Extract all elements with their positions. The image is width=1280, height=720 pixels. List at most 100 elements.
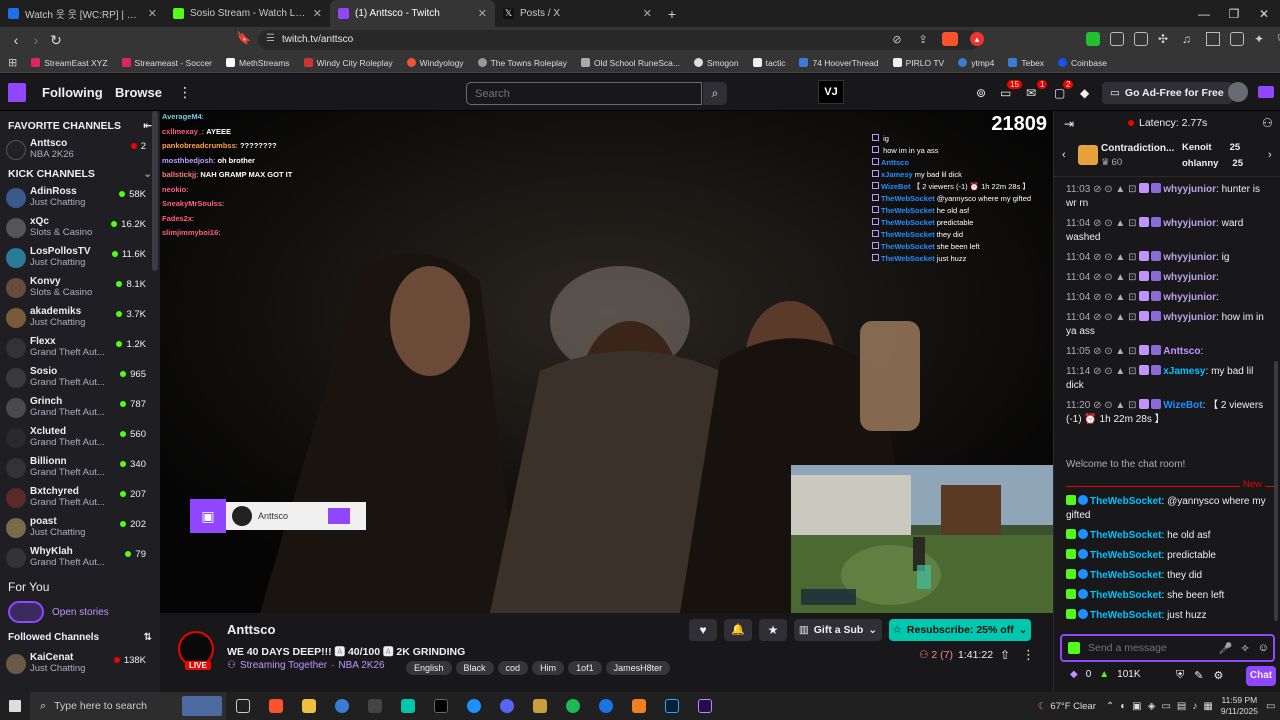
extension-icon[interactable] [1086,32,1100,46]
wallet-icon[interactable] [1230,32,1244,46]
nav-following[interactable]: Following [42,85,103,100]
pencil-icon[interactable]: ✎ [1194,669,1203,682]
browser-tab-2[interactable]: Sosio Stream - Watch Live on Kick ✕ [165,0,330,27]
sidebar-channel-item[interactable]: Xcluted Grand Theft Aut... 560 [0,423,160,453]
notification-bell-button[interactable]: 🔔 [724,619,752,641]
search-icon[interactable]: ⌕ [703,82,727,105]
tag[interactable]: JamesH8ter [605,661,671,675]
photoshop-icon[interactable] [655,692,688,720]
close-tab-icon[interactable]: ✕ [643,7,652,20]
go-ad-free-button[interactable]: ▭ Go Ad-Free for Free [1102,82,1232,104]
sidebar-channel-item[interactable]: LosPollosTV Just Chatting 11.6K [0,243,160,273]
category-link[interactable]: NBA 2K26 [338,660,384,671]
app-icon[interactable] [457,692,490,720]
notification-center-icon[interactable]: ▭ [1266,701,1280,712]
chat-send-button[interactable]: Chat [1246,666,1276,686]
x-taskbar-icon[interactable] [424,692,457,720]
volume-icon[interactable]: ♪ [1192,701,1197,712]
chat-username[interactable]: whyyjunior [1163,252,1216,263]
new-tab-button[interactable]: + [660,6,684,22]
sidebar-channel-item[interactable]: WhyKlah Grand Theft Aut... 79 [0,543,160,573]
chat-username[interactable]: xJamesy [1163,366,1205,377]
search-input[interactable] [466,82,702,105]
browser-tab-1[interactable]: Watch 웃 웃 [WC:RP] | Streamable ✕ [0,0,165,27]
sort-icon[interactable]: ⇅ [144,632,152,643]
brave-taskbar-icon[interactable] [259,692,292,720]
chat-username[interactable]: Anttsco [1163,346,1200,357]
chat-username[interactable]: whyyjunior [1163,272,1216,283]
cast-icon[interactable]: ⊘ [890,32,904,46]
star-button[interactable]: ★ [759,619,787,641]
emote-picker-icon[interactable]: ☺ [1258,642,1269,654]
collapse-icon[interactable]: ⇤ [143,120,152,132]
chat-username[interactable]: whyyjunior [1163,184,1216,195]
bookmark-item[interactable]: PIRLO TV [892,58,944,68]
browser-tab-4[interactable]: 𝕏 Posts / X ✕ [495,0,660,27]
premiere-icon[interactable] [688,692,721,720]
more-icon[interactable]: ⋮ [178,84,192,101]
microphone-icon[interactable]: 🎤 [1219,642,1233,655]
windows-start-icon[interactable] [0,692,30,720]
app-icon[interactable] [622,692,655,720]
sidebar-channel-kaicenat[interactable]: KaiCenat Just Chatting 138K [0,649,160,679]
apps-icon[interactable]: ⊞ [8,56,17,69]
chevron-right-icon[interactable]: › [1268,149,1272,161]
chrome-icon[interactable] [325,692,358,720]
site-info-icon[interactable]: ☰ [266,33,275,44]
chat-input-box[interactable]: 🎤 ✧ ☺ [1060,634,1275,662]
sidebar-channel-item[interactable]: Grinch Grand Theft Aut... 787 [0,393,160,423]
language-icon[interactable]: ▦ [1203,701,1212,712]
sidebar-channel-anttsco[interactable]: Anttsco NBA 2K26 2 [0,135,160,165]
tray-app-icon[interactable]: ▭ [1161,701,1170,712]
bookmark-item[interactable]: Windyology [406,58,464,68]
gear-icon[interactable]: ⚙ [1213,669,1223,682]
chat-username[interactable]: whyyjunior [1163,312,1216,323]
chat-username[interactable]: TheWebSocket [1090,610,1162,621]
chat-username[interactable]: TheWebSocket [1090,550,1162,561]
leo-icon[interactable]: ✦ [1254,32,1268,46]
taskbar-search[interactable]: ⌕ Type here to search [30,692,226,720]
magic-icon[interactable]: ✧ [1241,642,1250,655]
tray-app-icon[interactable]: ◈ [1148,701,1156,712]
bookmark-item[interactable]: Tebex [1008,58,1044,68]
open-stories-row[interactable]: Open stories [0,599,160,625]
app-icon[interactable] [358,692,391,720]
extension-icon[interactable] [1134,32,1148,46]
twitch-logo-icon[interactable] [8,83,26,102]
collapse-chat-icon[interactable]: ⇥ [1064,117,1074,131]
bookmark-item[interactable]: tactic [752,58,785,68]
close-tab-icon[interactable]: ✕ [478,7,487,20]
chat-input[interactable] [1088,642,1211,654]
tray-app-icon[interactable]: ▣ [1132,701,1141,712]
maximize-button[interactable]: ❐ [1218,0,1250,27]
spotify-icon[interactable] [556,692,589,720]
network-icon[interactable]: ▤ [1177,701,1186,712]
chat-username[interactable]: TheWebSocket [1090,496,1162,507]
minimize-button[interactable]: — [1188,0,1220,27]
clock[interactable]: 11:59 PM 9/11/2025 [1221,695,1258,717]
file-explorer-icon[interactable] [292,692,325,720]
sidebar-channel-item[interactable]: AdinRoss Just Chatting 58K [0,183,160,213]
follow-heart-button[interactable]: ♥ [689,619,717,641]
nav-browse[interactable]: Browse [115,85,162,100]
sidebar-channel-item[interactable]: xQc Slots & Casino 16.2K [0,213,160,243]
tag[interactable]: Him [532,661,565,675]
brave-rewards-icon[interactable]: ▲ [970,32,984,46]
bookmark-item[interactable]: Old School RuneSca... [580,58,680,68]
chat-scrollbar[interactable] [1274,361,1278,621]
music-icon[interactable]: ♫ [1182,32,1196,46]
sidebar-channel-item[interactable]: Flexx Grand Theft Aut... 1.2K [0,333,160,363]
bookmark-item[interactable]: MethStreams [226,58,290,68]
bookmark-item[interactable]: Windy City Roleplay [303,58,393,68]
shield-icon[interactable]: ⛨ [1176,669,1184,682]
share-icon[interactable]: ⇧ [1000,648,1010,662]
shazam-icon[interactable] [589,692,622,720]
forward-button[interactable]: › [26,32,46,48]
video-player[interactable]: AverageM4: cxllmexay_: AYEEE pankobreadcr… [160,111,1053,613]
tray-chevron-icon[interactable]: ⌃ [1106,701,1114,712]
kick-points-icon[interactable]: ▲ [1099,669,1109,680]
tag[interactable]: Black [455,661,494,675]
user-avatar[interactable] [1228,82,1248,102]
chat-username[interactable]: whyyjunior [1163,218,1216,229]
weather-widget[interactable]: ☾ 67°F Clear [1038,701,1096,712]
